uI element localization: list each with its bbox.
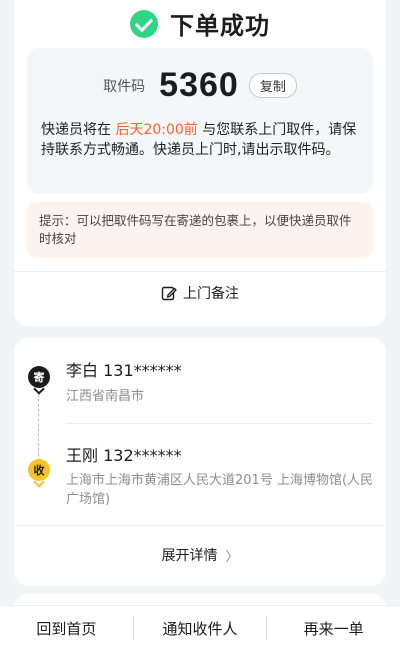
divider: [14, 271, 386, 272]
expand-details-label: 展开详情: [161, 548, 218, 564]
receiver-address: 上海市上海市黄浦区人民大道201号 上海博物馆(人民广场馆): [66, 473, 374, 507]
pickup-code-label: 取件码: [103, 78, 146, 95]
pickup-tip: 提示：可以把取件码写在寄递的包裹上，以便快递员取件时核对: [27, 202, 373, 258]
order-success-card: 下单成功 取件码 5360 复制 快递员将在 后天20:00前 与您联系上门取件…: [14, 0, 386, 326]
copy-button[interactable]: 复制: [248, 73, 297, 98]
pickup-code-value: 5360: [159, 66, 239, 104]
remark-button[interactable]: 上门备注: [14, 283, 386, 303]
sender-address: 江西省南昌市: [66, 389, 145, 404]
success-header: 下单成功: [14, 6, 386, 41]
edit-note-icon: [161, 286, 177, 301]
divider: [14, 525, 386, 526]
pickup-time-highlight: 后天20:00前: [115, 122, 198, 138]
sender-name: 李白 131******: [66, 361, 182, 380]
address-card: 寄 李白 131****** 江西省南昌市 收 王刚 132****** 上海市…: [14, 338, 386, 586]
pickup-desc-prefix: 快递员将在: [41, 122, 116, 138]
success-title: 下单成功: [170, 12, 270, 40]
expand-details-button[interactable]: 展开详情 〉: [14, 545, 386, 565]
chevron-right-icon: 〉: [225, 549, 239, 565]
route-dashed-line: [38, 394, 39, 466]
pickup-code-row: 取件码 5360 复制: [27, 66, 373, 105]
divider: [66, 423, 372, 424]
receiver-name: 王刚 132******: [66, 446, 182, 465]
notify-receiver-button[interactable]: 通知收件人: [134, 618, 267, 639]
bottom-action-bar: 回到首页 通知收件人 再来一单: [0, 606, 400, 650]
order-again-button[interactable]: 再来一单: [267, 618, 400, 639]
remark-label: 上门备注: [183, 286, 239, 302]
check-circle-icon: [130, 9, 158, 38]
home-button[interactable]: 回到首页: [0, 618, 133, 639]
pickup-code-panel: 取件码 5360 复制 快递员将在 后天20:00前 与您联系上门取件，请保持联…: [27, 48, 373, 194]
pickup-description: 快递员将在 后天20:00前 与您联系上门取件，请保持联系方式畅通。快递员上门时…: [41, 120, 363, 160]
